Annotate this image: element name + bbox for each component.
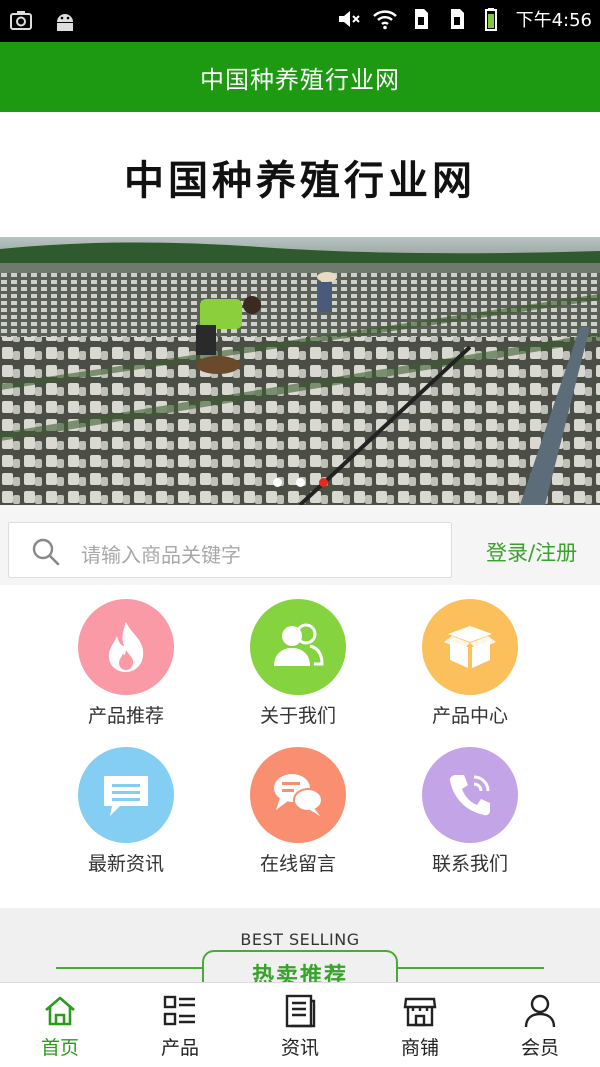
phone-icon <box>422 747 518 843</box>
grid-item-label: 在线留言 <box>259 853 336 875</box>
logo-area: 中国种养殖行业网 <box>0 112 600 237</box>
sim2-icon <box>450 9 464 29</box>
search-row: 请输入商品关键字 登录/注册 <box>0 505 600 585</box>
status-bar: 下午4:56 <box>0 0 600 42</box>
divider <box>398 967 544 969</box>
flame-icon <box>78 599 174 695</box>
bottom-nav: 首页 产品 资讯 商铺 会员 <box>0 982 600 1067</box>
carousel-indicator <box>0 478 600 487</box>
box-icon <box>422 599 518 695</box>
grid-item-products-recommend[interactable]: 产品推荐 <box>40 585 212 727</box>
grid-item-latest-news[interactable]: 最新资讯 <box>40 733 212 875</box>
nav-label: 会员 <box>520 1037 559 1059</box>
best-selling-subtitle: BEST SELLING <box>240 930 360 949</box>
banner-carousel[interactable] <box>0 237 600 505</box>
grid-item-label: 产品推荐 <box>87 705 164 727</box>
mute-icon <box>338 11 360 27</box>
nav-shop[interactable]: 商铺 <box>360 983 480 1067</box>
chat-icon <box>250 747 346 843</box>
nav-label: 产品 <box>160 1037 199 1059</box>
user-icon <box>524 994 556 1028</box>
app-header: 中国种养殖行业网 <box>0 42 600 112</box>
carousel-dot[interactable] <box>295 478 305 487</box>
nav-products[interactable]: 产品 <box>120 983 240 1067</box>
shop-icon <box>403 997 437 1027</box>
login-register-link[interactable]: 登录/注册 <box>486 537 577 567</box>
grid-item-about-us[interactable]: 关于我们 <box>212 585 384 727</box>
battery-icon <box>484 8 497 31</box>
nav-label: 资讯 <box>280 1037 319 1059</box>
search-input[interactable]: 请输入商品关键字 <box>8 522 452 578</box>
carousel-dot[interactable] <box>272 478 282 487</box>
android-icon <box>57 14 73 31</box>
status-time: 下午4:56 <box>515 10 592 31</box>
grid-item-label: 关于我们 <box>259 705 336 727</box>
list-icon <box>163 995 195 1026</box>
message-icon <box>78 747 174 843</box>
divider <box>56 967 202 969</box>
grid-item-label: 最新资讯 <box>87 853 164 875</box>
nav-label: 首页 <box>40 1037 79 1059</box>
banner-image <box>0 237 600 505</box>
nav-home[interactable]: 首页 <box>0 983 120 1067</box>
grid-item-online-message[interactable]: 在线留言 <box>212 733 384 875</box>
sim1-icon <box>414 9 428 29</box>
site-logo: 中国种养殖行业网 <box>124 158 476 204</box>
nav-news[interactable]: 资讯 <box>240 983 360 1067</box>
carousel-dot-active[interactable] <box>318 478 328 487</box>
people-icon <box>250 599 346 695</box>
feature-grid: 产品推荐 关于我们 产品中心 最新资讯 在线留言 联系我们 <box>0 585 600 908</box>
search-placeholder: 请输入商品关键字 <box>81 543 241 567</box>
page-title: 中国种养殖行业网 <box>200 66 400 94</box>
nav-member[interactable]: 会员 <box>480 983 600 1067</box>
grid-item-label: 联系我们 <box>431 853 508 875</box>
screenshot-icon <box>10 11 32 30</box>
nav-label: 商铺 <box>400 1037 439 1059</box>
home-icon <box>45 996 75 1026</box>
news-icon <box>285 994 316 1028</box>
grid-item-product-center[interactable]: 产品中心 <box>384 585 556 727</box>
grid-item-label: 产品中心 <box>431 705 508 727</box>
grid-item-contact-us[interactable]: 联系我们 <box>384 733 556 875</box>
best-selling-section: BEST SELLING 热卖推荐 <box>0 908 600 994</box>
wifi-icon <box>372 10 397 30</box>
search-icon <box>32 538 60 566</box>
